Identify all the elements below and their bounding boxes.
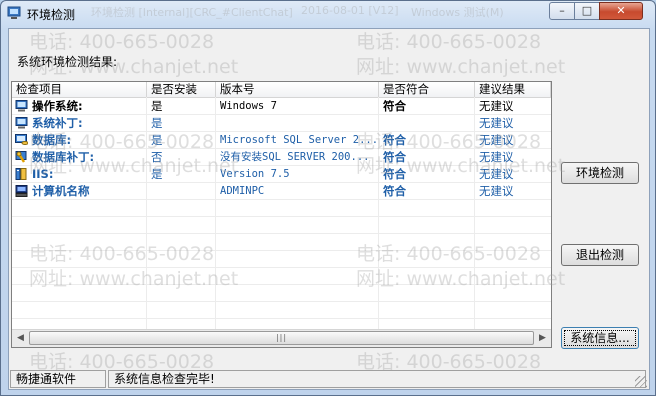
row-compliant: 符合 xyxy=(383,99,406,113)
row-item: 数据库: xyxy=(32,133,72,147)
table-row[interactable]: 计算机名称 ADMINPC 符合 无建议 xyxy=(12,183,551,200)
row-item: 计算机名称 xyxy=(32,184,90,198)
header-advice[interactable]: 建议结果 xyxy=(475,82,551,97)
results-table[interactable]: 检查项目 是否安装 版本号 是否符合 建议结果 操作系统: 是 Windows … xyxy=(11,81,552,348)
row-installed: 是 xyxy=(151,167,163,181)
row-compliant: 符合 xyxy=(383,133,406,147)
header-version[interactable]: 版本号 xyxy=(216,82,379,97)
minimize-button[interactable]: – xyxy=(549,2,575,20)
table-row[interactable]: 数据库补丁: 否 没有安装SQL SERVER 200... 符合 无建议 xyxy=(12,149,551,166)
row-item: IIS: xyxy=(32,167,54,181)
wrench-icon xyxy=(15,151,27,163)
main-window: 环境检测 环境检测 [Internal][CRC_#ClientChat] 20… xyxy=(0,0,656,396)
empty-row xyxy=(12,268,551,285)
table-header: 检查项目 是否安装 版本号 是否符合 建议结果 xyxy=(12,82,551,98)
table-row[interactable]: 数据库: 是 Microsoft SQL Server 2... 符合 无建议 xyxy=(12,132,551,149)
row-compliant: 符合 xyxy=(383,167,406,181)
empty-row xyxy=(12,285,551,302)
app-icon xyxy=(7,6,21,19)
watermark-site: 网址: www.chanjet.net xyxy=(356,56,566,78)
empty-row xyxy=(12,217,551,234)
row-version xyxy=(216,115,379,131)
row-advice: 无建议 xyxy=(479,167,514,181)
row-compliant xyxy=(379,115,475,131)
system-info-button[interactable]: 系统信息... xyxy=(561,327,639,349)
row-installed: 是 xyxy=(151,116,163,130)
row-item: 数据库补丁: xyxy=(32,150,95,164)
server-icon xyxy=(15,185,28,197)
row-installed xyxy=(147,183,216,199)
horizontal-scrollbar[interactable]: ◀ ||| ▶ xyxy=(12,329,551,347)
table-row[interactable]: 操作系统: 是 Windows 7 符合 无建议 xyxy=(12,98,551,115)
row-advice: 无建议 xyxy=(479,150,514,164)
title-ghost-text: 环境检测 [Internal][CRC_#ClientChat] xyxy=(91,6,293,19)
header-item[interactable]: 检查项目 xyxy=(12,82,147,97)
row-version: 没有安装SQL SERVER 200... xyxy=(220,151,370,163)
status-message: 系统信息检查完毕! xyxy=(108,370,646,388)
client-area: 系统环境检测结果: 检查项目 是否安装 版本号 是否符合 建议结果 操作系统: … xyxy=(8,28,650,390)
result-label: 系统环境检测结果: xyxy=(17,55,118,69)
empty-row xyxy=(12,234,551,251)
resize-grip-icon[interactable] xyxy=(635,376,647,388)
watermark-phone: 电话: 400-665-0028 xyxy=(29,31,215,53)
row-installed: 是 xyxy=(151,133,163,147)
empty-row xyxy=(12,302,551,319)
row-item: 系统补丁: xyxy=(32,116,83,130)
close-button[interactable]: ✕ xyxy=(599,2,643,20)
window-title: 环境检测 xyxy=(27,8,76,22)
row-advice: 无建议 xyxy=(479,184,514,198)
computer-icon xyxy=(15,100,28,112)
row-installed: 否 xyxy=(151,150,163,164)
row-advice: 无建议 xyxy=(479,116,514,130)
check-environment-button[interactable]: 环境检测 xyxy=(561,162,639,184)
header-installed[interactable]: 是否安装 xyxy=(147,82,216,97)
empty-row xyxy=(12,200,551,217)
row-item: 操作系统: xyxy=(32,99,83,113)
scroll-right-icon[interactable]: ▶ xyxy=(534,330,551,346)
status-bar: 畅捷通软件 系统信息检查完毕! xyxy=(10,369,648,389)
scroll-left-icon[interactable]: ◀ xyxy=(12,330,29,346)
row-compliant: 符合 xyxy=(383,184,406,198)
row-version: Version 7.5 xyxy=(220,168,290,180)
row-advice: 无建议 xyxy=(479,99,514,113)
row-version: Windows 7 xyxy=(220,100,277,112)
title-ghost-text: 2016-08-01 [V12] xyxy=(301,4,399,17)
row-installed: 是 xyxy=(151,99,163,113)
status-company: 畅捷通软件 xyxy=(10,370,106,388)
header-compliant[interactable]: 是否符合 xyxy=(379,82,475,97)
row-version: ADMINPC xyxy=(220,185,265,197)
exit-check-button[interactable]: 退出检测 xyxy=(561,244,639,266)
row-version: Microsoft SQL Server 2... xyxy=(220,134,379,146)
title-bar[interactable]: 环境检测 环境检测 [Internal][CRC_#ClientChat] 20… xyxy=(1,1,655,27)
row-advice: 无建议 xyxy=(479,133,514,147)
scroll-thumb[interactable]: ||| xyxy=(29,331,534,345)
database-icon xyxy=(15,134,28,145)
row-compliant: 符合 xyxy=(383,150,406,164)
maximize-button[interactable]: □ xyxy=(574,2,600,20)
title-ghost-text: Windows 测试(M) xyxy=(411,6,504,19)
iis-icon xyxy=(15,168,27,180)
computer-icon xyxy=(15,117,28,129)
watermark-phone: 电话: 400-665-0028 xyxy=(356,31,542,53)
empty-row xyxy=(12,251,551,268)
table-row[interactable]: IIS: 是 Version 7.5 符合 无建议 xyxy=(12,166,551,183)
table-row[interactable]: 系统补丁: 是 无建议 xyxy=(12,115,551,132)
